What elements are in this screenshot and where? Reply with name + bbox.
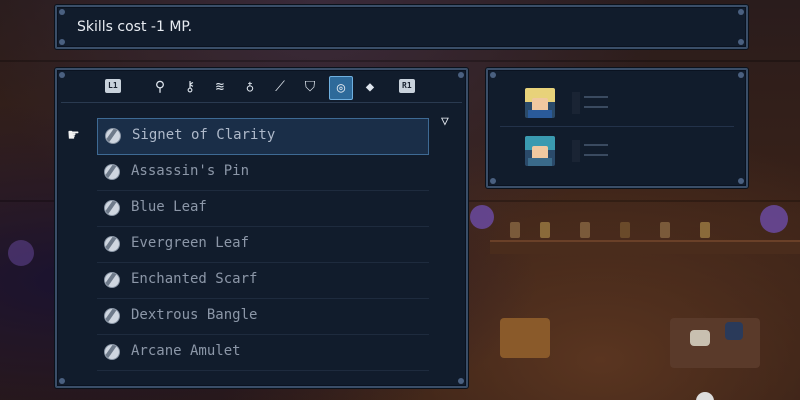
- staff-icon[interactable]: ⚲: [149, 76, 171, 98]
- inventory-item-name: Enchanted Scarf: [131, 271, 258, 287]
- stat-placeholder: [584, 96, 608, 98]
- inventory-item-name: Signet of Clarity: [132, 127, 276, 143]
- inventory-item[interactable]: Assassin's Pin: [97, 155, 429, 191]
- equip-slot: [572, 140, 580, 162]
- inventory-item[interactable]: Evergreen Leaf: [97, 227, 429, 263]
- inventory-item-name: Blue Leaf: [131, 199, 207, 215]
- stat-placeholder: [584, 106, 608, 108]
- ring-icon: [104, 308, 120, 324]
- stat-placeholder: [584, 144, 608, 146]
- inventory-item[interactable]: Dextrous Bangle: [97, 299, 429, 335]
- shield-icon[interactable]: ⛉: [299, 76, 321, 98]
- potion-icon[interactable]: ♁: [239, 76, 261, 98]
- inventory-item[interactable]: ☛ Signet of Clarity: [68, 118, 429, 155]
- blond-hero-portrait[interactable]: [525, 88, 555, 118]
- pointing-hand-cursor-icon: ☛: [68, 125, 79, 146]
- member-divider: [500, 126, 734, 127]
- tab-divider: [61, 102, 462, 103]
- sword-icon[interactable]: ⟋: [269, 76, 291, 98]
- inventory-panel: L1 ⚲ ⚷ ≋ ♁ ⟋ ⛉ ◎ ◆ R1 ▽ ☛ Signet of Clarity Assas…: [55, 68, 468, 388]
- ring-icon: [104, 236, 120, 252]
- item-list: ☛ Signet of Clarity Assassin's Pin Blue Lea…: [68, 118, 429, 371]
- l1-button[interactable]: L1: [105, 79, 121, 93]
- inventory-item-name: Evergreen Leaf: [131, 235, 250, 251]
- gem-icon[interactable]: ◆: [359, 76, 381, 98]
- r1-button[interactable]: R1: [399, 79, 415, 93]
- hooded-mage-portrait[interactable]: [525, 136, 555, 166]
- inventory-item[interactable]: Blue Leaf: [97, 191, 429, 227]
- ring-icon: [105, 128, 121, 144]
- ring-icon: [104, 272, 120, 288]
- equip-slot: [572, 92, 580, 114]
- ring-icon[interactable]: ◎: [329, 76, 353, 100]
- scroll-icon[interactable]: ≋: [209, 76, 231, 98]
- party-panel: [486, 68, 748, 188]
- inventory-item-name: Dextrous Bangle: [131, 307, 258, 323]
- message-box: Skills cost -1 MP.: [55, 5, 748, 49]
- key-icon[interactable]: ⚷: [179, 76, 201, 98]
- sort-triangle-icon[interactable]: ▽: [441, 114, 449, 129]
- ring-icon: [104, 344, 120, 360]
- inventory-item[interactable]: Arcane Amulet: [97, 335, 429, 371]
- category-tab-bar: L1 ⚲ ⚷ ≋ ♁ ⟋ ⛉ ◎ ◆ R1: [97, 74, 437, 102]
- ring-icon: [104, 200, 120, 216]
- item-description: Skills cost -1 MP.: [77, 19, 193, 35]
- stat-placeholder: [584, 154, 608, 156]
- inventory-item-name: Assassin's Pin: [131, 163, 250, 179]
- inventory-item-name: Arcane Amulet: [131, 343, 241, 359]
- ring-icon: [104, 164, 120, 180]
- inventory-item[interactable]: Enchanted Scarf: [97, 263, 429, 299]
